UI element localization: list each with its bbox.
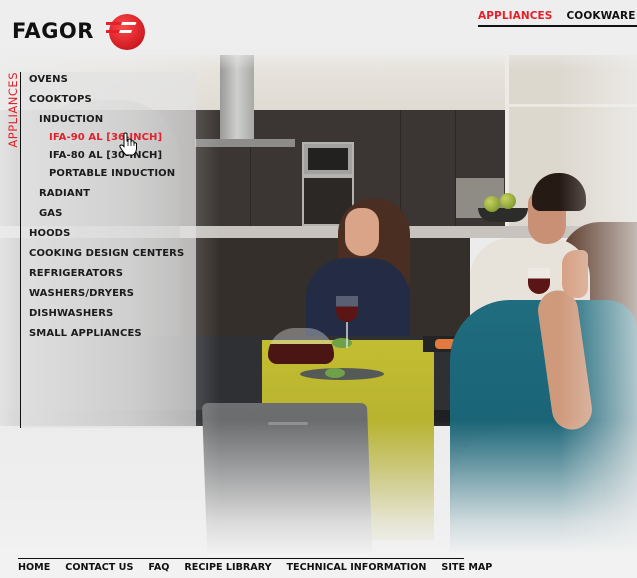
- top-nav-cookware[interactable]: COOKWARE: [566, 10, 635, 22]
- menu-item-radiant[interactable]: RADIANT: [29, 187, 184, 207]
- footer-link-recipe-library[interactable]: RECIPE LIBRARY: [184, 562, 271, 573]
- menu-item-hoods[interactable]: HOODS: [29, 227, 184, 247]
- top-nav-appliances[interactable]: APPLIANCES: [478, 10, 552, 22]
- fagor-circle-logo-icon: [105, 14, 145, 50]
- wine-decanter: [268, 328, 334, 364]
- footer-link-contact-us[interactable]: CONTACT US: [65, 562, 133, 573]
- wine-glass: [528, 268, 550, 294]
- wine-glass-stem: [346, 322, 348, 348]
- menu-item-induction[interactable]: INDUCTION: [29, 113, 184, 131]
- fruit: [500, 193, 516, 209]
- footer-nav: HOME CONTACT US FAQ RECIPE LIBRARY TECHN…: [18, 558, 492, 573]
- wine-glass: [336, 296, 358, 322]
- menu-item-refrigerators[interactable]: REFRIGERATORS: [29, 267, 184, 287]
- footer-link-site-map[interactable]: SITE MAP: [441, 562, 492, 573]
- menu-item-gas[interactable]: GAS: [29, 207, 184, 227]
- footer-link-faq[interactable]: FAQ: [148, 562, 169, 573]
- microwave-oven: [302, 142, 354, 176]
- salad: [325, 368, 345, 378]
- menu-divider: [20, 72, 21, 428]
- hand-pointer-cursor-icon: [119, 132, 137, 156]
- menu-item-cooking-design-centers[interactable]: COOKING DESIGN CENTERS: [29, 247, 184, 267]
- fruit: [484, 196, 500, 212]
- page: FAGOR APPLIANCES COOKWARE AC APPLIANCES …: [0, 0, 637, 578]
- brand-logo[interactable]: FAGOR: [12, 10, 146, 52]
- menu-item-portable-induction[interactable]: PORTABLE INDUCTION: [29, 167, 184, 185]
- menu-item-ovens[interactable]: OVENS: [29, 73, 184, 93]
- menu-item-small-appliances[interactable]: SMALL APPLIANCES: [29, 327, 184, 347]
- salad: [332, 338, 352, 348]
- section-label: APPLIANCES: [6, 72, 20, 152]
- side-menu: OVENS COOKTOPS INDUCTION IFA-90 AL [36-I…: [29, 73, 184, 347]
- person-face: [345, 208, 379, 256]
- menu-item-ifa-90-al[interactable]: IFA-90 AL [36-INCH]: [29, 131, 184, 149]
- section-label-text: APPLIANCES: [6, 72, 20, 148]
- footer-link-technical-information[interactable]: TECHNICAL INFORMATION: [287, 562, 427, 573]
- fruit-bowl: [478, 208, 528, 222]
- menu-item-dishwashers[interactable]: DISHWASHERS: [29, 307, 184, 327]
- top-nav: APPLIANCES COOKWARE AC: [478, 10, 637, 27]
- footer-link-home[interactable]: HOME: [18, 562, 50, 573]
- menu-item-ifa-80-al[interactable]: IFA-80 AL [30-INCH]: [29, 149, 184, 167]
- brand-name: FAGOR: [12, 19, 94, 43]
- menu-item-cooktops[interactable]: COOKTOPS: [29, 93, 184, 113]
- image-fade: [0, 420, 637, 578]
- menu-item-washers-dryers[interactable]: WASHERS/DRYERS: [29, 287, 184, 307]
- person-woman: [306, 258, 410, 342]
